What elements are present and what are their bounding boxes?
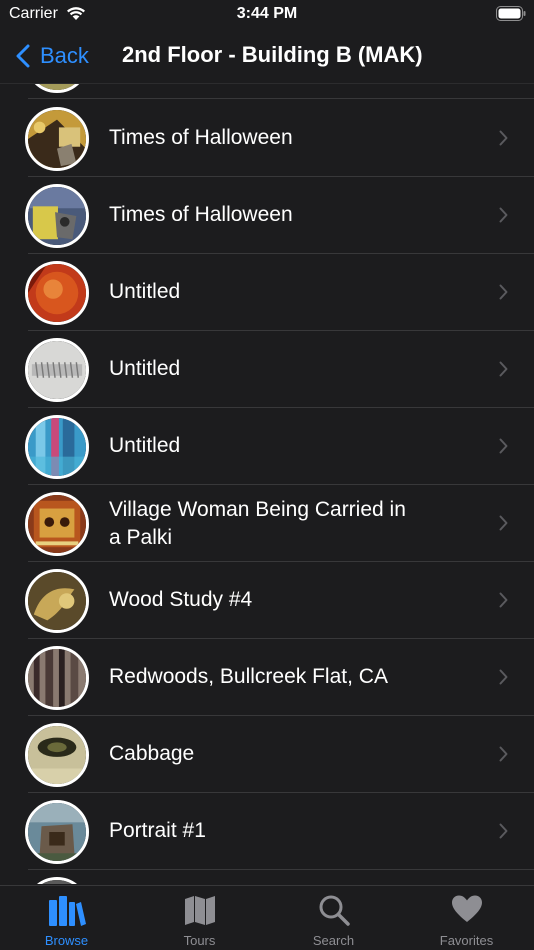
- row-separator: [28, 98, 534, 99]
- map-icon: [184, 896, 215, 925]
- artwork-thumbnail: [25, 569, 89, 633]
- chevron-right-icon: [499, 284, 508, 300]
- books-icon: [48, 896, 86, 926]
- chevron-right-icon: [499, 207, 508, 223]
- chevron-right-icon: [499, 592, 508, 608]
- list-item[interactable]: Untitled: [0, 331, 534, 408]
- tab-bar: Browse Tours Search Favorites: [0, 885, 534, 950]
- tab-label: Search: [312, 933, 355, 948]
- artwork-thumbnail: [25, 415, 89, 479]
- chevron-left-icon: [16, 44, 30, 68]
- artwork-title: Wood Study #4: [109, 588, 253, 611]
- back-button[interactable]: Back: [16, 40, 89, 72]
- chevron-right-icon: [499, 515, 508, 531]
- artwork-thumbnail: [25, 877, 89, 884]
- artwork-thumbnail: [25, 646, 89, 710]
- battery-icon: [496, 6, 526, 26]
- list-item[interactable]: Cabbage: [0, 716, 534, 793]
- artwork-title: Portrait #1: [109, 819, 206, 842]
- artwork-thumbnail: [25, 723, 89, 787]
- chevron-right-icon: [499, 130, 508, 146]
- artwork-thumbnail: [25, 84, 89, 93]
- list-item[interactable]: Redwoods, Bullcreek Flat, CA: [0, 639, 534, 716]
- artwork-title: Untitled: [109, 280, 181, 303]
- search-icon: [319, 895, 350, 926]
- list-item-partial[interactable]: [0, 84, 534, 99]
- artwork-title-line2: a Palki: [109, 526, 173, 549]
- list-item-partial[interactable]: [0, 870, 534, 884]
- chevron-right-icon: [499, 823, 508, 839]
- artwork-title: Untitled: [109, 357, 181, 380]
- artwork-thumbnail: [25, 107, 89, 171]
- list-item[interactable]: Untitled: [0, 408, 534, 485]
- tab-label: Favorites: [439, 933, 494, 948]
- artwork-title: Cabbage: [109, 742, 195, 765]
- chevron-right-icon: [499, 438, 508, 454]
- tab-browse[interactable]: Browse: [0, 886, 133, 950]
- artwork-title: Untitled: [109, 434, 181, 457]
- tab-label: Browse: [44, 933, 89, 948]
- artwork-title: Village Woman Being Carried in a Palki: [109, 496, 449, 552]
- list-item[interactable]: Times of Halloween: [0, 100, 534, 177]
- back-label: Back: [40, 43, 89, 68]
- artwork-thumbnail: [25, 184, 89, 248]
- heart-icon: [451, 895, 482, 922]
- page-title: 2nd Floor - Building B (MAK): [122, 42, 423, 67]
- status-bar: Carrier 3:44 PM: [0, 0, 534, 30]
- list-item[interactable]: Untitled: [0, 254, 534, 331]
- artwork-title: Times of Halloween: [109, 203, 293, 226]
- artwork-list[interactable]: Times of Halloween Times of Halloween Un…: [0, 84, 534, 884]
- tab-tours[interactable]: Tours: [133, 886, 266, 950]
- list-item[interactable]: Wood Study #4: [0, 562, 534, 639]
- artwork-thumbnail: [25, 492, 89, 556]
- list-item[interactable]: Portrait #1: [0, 793, 534, 870]
- artwork-thumbnail: [25, 338, 89, 402]
- clock-time: 3:44 PM: [236, 5, 298, 22]
- list-item[interactable]: Village Woman Being Carried in a Palki: [0, 485, 534, 562]
- chevron-right-icon: [499, 669, 508, 685]
- artwork-title-line1: Village Woman Being Carried in: [109, 498, 406, 521]
- chevron-right-icon: [499, 746, 508, 762]
- chevron-right-icon: [499, 361, 508, 377]
- tab-favorites[interactable]: Favorites: [400, 886, 533, 950]
- artwork-title: Times of Halloween: [109, 126, 293, 149]
- artwork-thumbnail: [25, 800, 89, 864]
- artwork-title: Redwoods, Bullcreek Flat, CA: [109, 665, 388, 688]
- tab-search[interactable]: Search: [267, 886, 400, 950]
- tab-label: Tours: [183, 933, 216, 948]
- navigation-bar: Back 2nd Floor - Building B (MAK): [0, 30, 534, 84]
- artwork-thumbnail: [25, 261, 89, 325]
- list-item[interactable]: Times of Halloween: [0, 177, 534, 254]
